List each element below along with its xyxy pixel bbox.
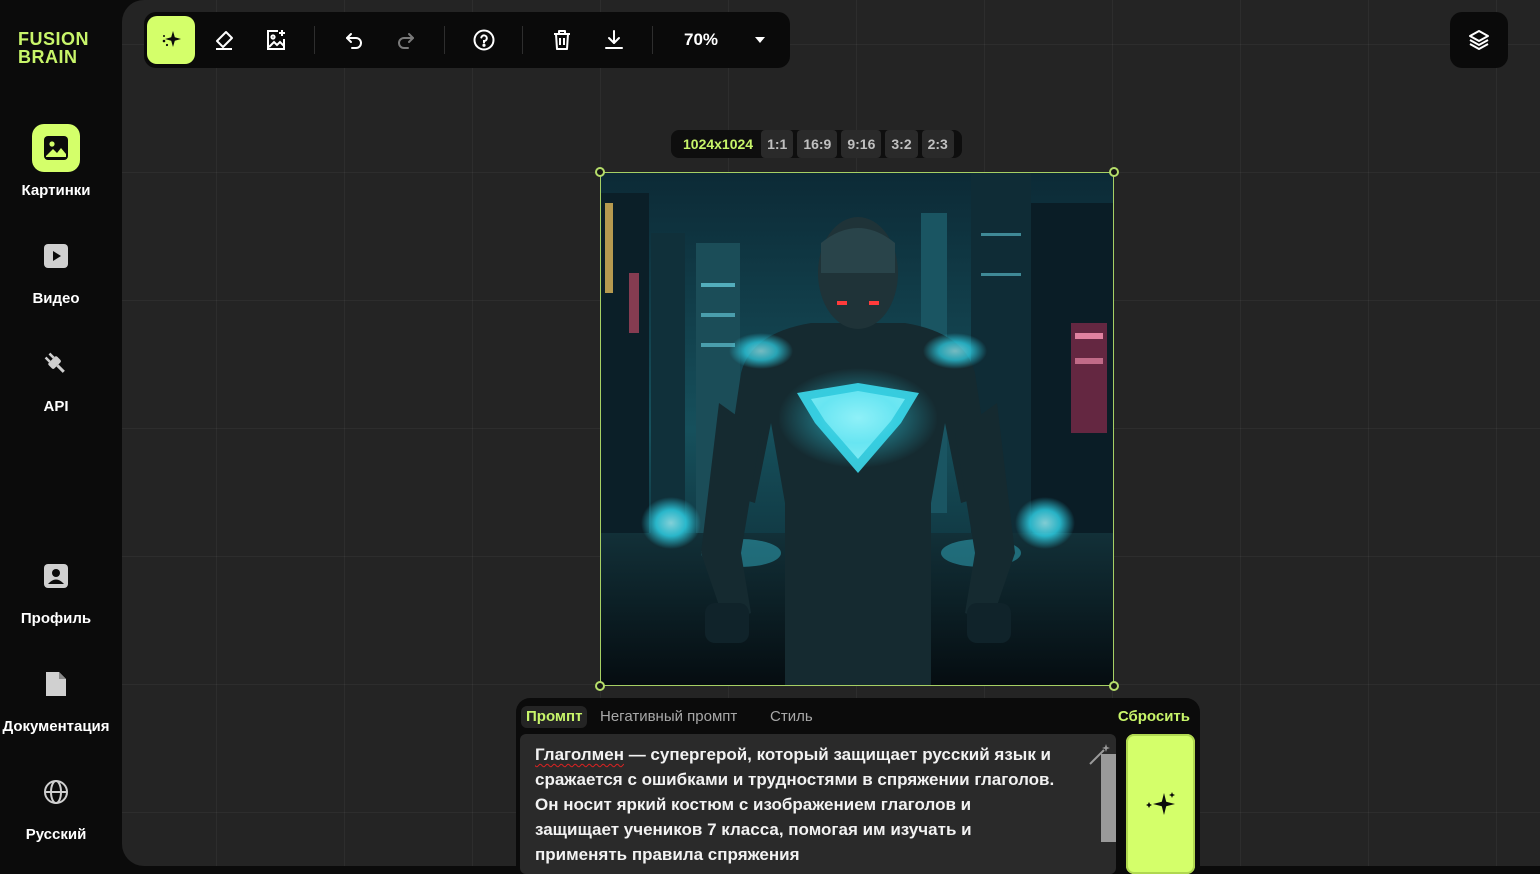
image-icon xyxy=(32,124,80,172)
ratio-option-2-3[interactable]: 2:3 xyxy=(921,130,954,158)
caret-down-icon xyxy=(755,37,765,43)
generate-sparkle-icon xyxy=(162,31,181,47)
sidebar-item-label: Русский xyxy=(25,826,87,843)
ratio-option-16-9[interactable]: 16:9 xyxy=(797,130,838,158)
resize-handle-bottom-right[interactable] xyxy=(1109,681,1119,691)
ratio-option-3-2[interactable]: 3:2 xyxy=(885,130,918,158)
download-button[interactable] xyxy=(590,16,638,64)
sidebar-item-documentation[interactable]: Документация xyxy=(0,660,112,735)
tab-prompt[interactable]: Промпт xyxy=(521,706,588,728)
sidebar: FUSION BRAIN Картинки Видео API Профиль … xyxy=(0,0,122,866)
tab-negative-prompt[interactable]: Негативный промпт xyxy=(600,706,737,728)
resize-handle-bottom-left[interactable] xyxy=(595,681,605,691)
redo-button[interactable] xyxy=(382,16,430,64)
generated-image[interactable] xyxy=(600,172,1114,686)
toolbar-divider xyxy=(314,26,315,54)
resolution-label[interactable]: 1024x1024 xyxy=(677,130,759,158)
generate-tool-button[interactable] xyxy=(147,16,195,64)
toolbar: 70% xyxy=(144,12,790,68)
help-icon xyxy=(473,29,495,51)
redo-icon xyxy=(398,33,414,49)
zoom-dropdown-button[interactable] xyxy=(736,16,784,64)
generate-sparkle-icon xyxy=(1145,792,1175,815)
sidebar-item-label: Документация xyxy=(2,718,110,735)
layers-button[interactable] xyxy=(1450,12,1508,68)
sidebar-item-label: Профиль xyxy=(20,610,92,627)
tab-style[interactable]: Стиль xyxy=(770,706,813,728)
logo-line-2: BRAIN xyxy=(18,47,78,67)
fusion-brain-logo[interactable]: FUSION BRAIN xyxy=(18,30,118,66)
misspelled-word: Глаголмен xyxy=(535,745,624,764)
globe-icon xyxy=(32,768,80,816)
ratio-option-9-16[interactable]: 9:16 xyxy=(841,130,882,158)
generate-button[interactable] xyxy=(1126,734,1195,874)
toolbar-divider xyxy=(522,26,523,54)
help-button[interactable] xyxy=(460,16,508,64)
resize-handle-top-right[interactable] xyxy=(1109,167,1119,177)
sidebar-item-label: API xyxy=(43,398,69,415)
eraser-tool-button[interactable] xyxy=(200,16,248,64)
prompt-input[interactable]: Глаголмен — супергерой, который защищает… xyxy=(520,734,1116,874)
sidebar-item-profile[interactable]: Профиль xyxy=(0,552,112,627)
logo-line-1: FUSION xyxy=(18,29,90,49)
prompt-scrollbar[interactable] xyxy=(1101,754,1116,842)
plug-icon xyxy=(32,340,80,388)
sidebar-item-language[interactable]: Русский xyxy=(0,768,112,843)
download-icon xyxy=(605,30,623,49)
play-icon xyxy=(32,232,80,280)
delete-button[interactable] xyxy=(538,16,586,64)
sidebar-item-label: Видео xyxy=(32,290,80,307)
ratio-option-1-1[interactable]: 1:1 xyxy=(761,130,794,158)
sidebar-item-video[interactable]: Видео xyxy=(0,232,112,307)
superhero-artwork xyxy=(601,173,1113,685)
aspect-ratio-bar: 1024x1024 1:1 16:9 9:16 3:2 2:3 xyxy=(671,130,962,158)
sidebar-item-label: Картинки xyxy=(21,182,91,199)
zoom-level[interactable]: 70% xyxy=(684,30,718,50)
reset-button[interactable]: Сбросить xyxy=(1118,706,1190,728)
sidebar-item-images[interactable]: Картинки xyxy=(0,124,112,199)
add-image-tool-button[interactable] xyxy=(252,16,300,64)
layers-icon xyxy=(1469,30,1489,50)
document-icon xyxy=(32,660,80,708)
eraser-icon xyxy=(216,31,233,50)
toolbar-divider xyxy=(652,26,653,54)
prompt-panel: Промпт Негативный промпт Стиль Сбросить … xyxy=(516,698,1200,874)
add-image-icon xyxy=(267,30,285,50)
prompt-text: Глаголмен — супергерой, который защищает… xyxy=(535,742,1055,867)
toolbar-divider xyxy=(444,26,445,54)
undo-button[interactable] xyxy=(330,16,378,64)
sidebar-item-api[interactable]: API xyxy=(0,340,112,415)
trash-icon xyxy=(554,30,570,50)
resize-handle-top-left[interactable] xyxy=(595,167,605,177)
profile-icon xyxy=(32,552,80,600)
undo-icon xyxy=(346,33,362,49)
